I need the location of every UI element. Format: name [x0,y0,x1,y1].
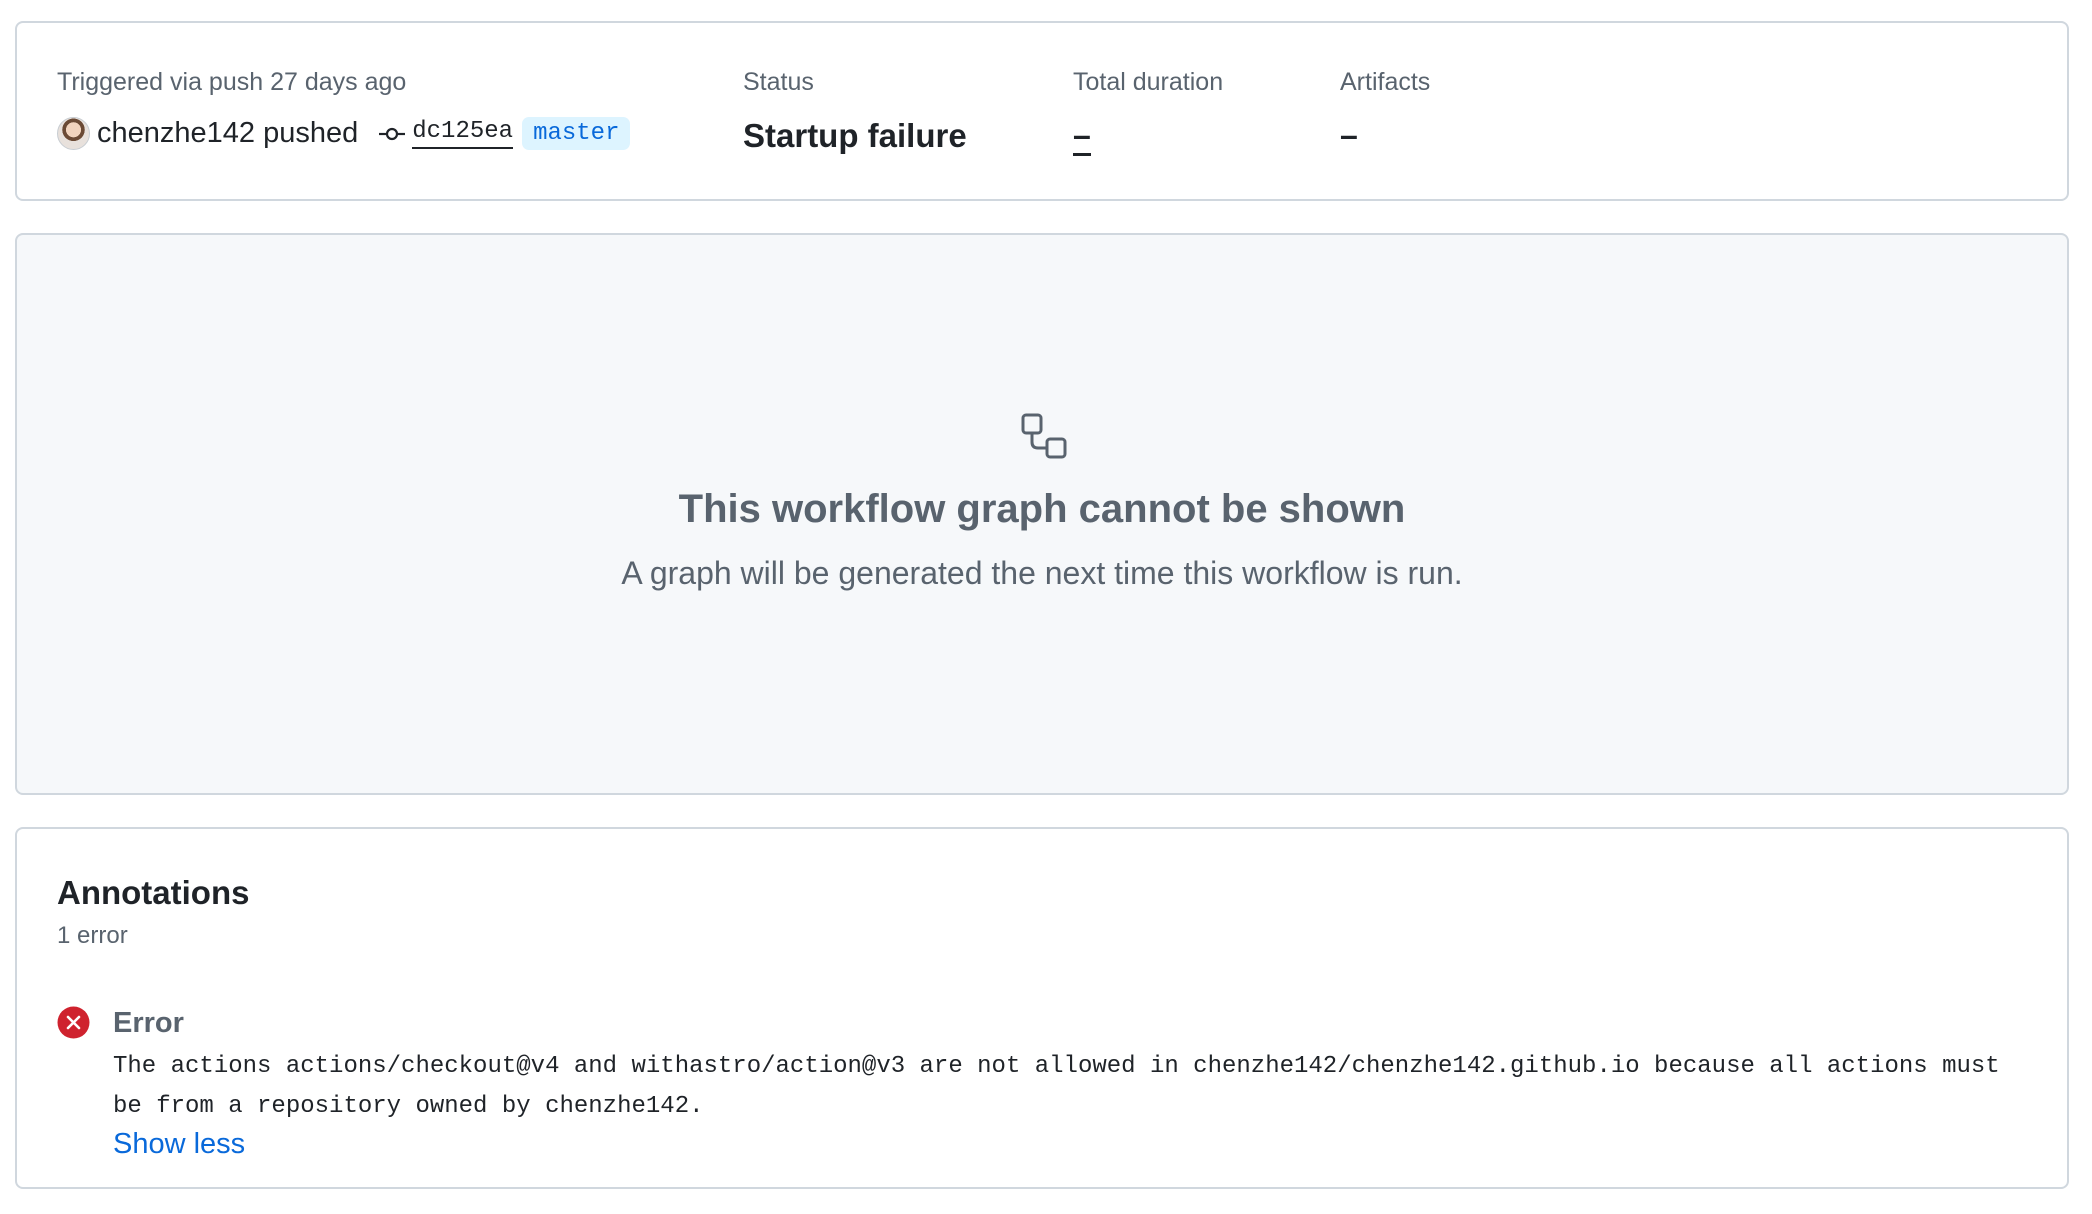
graph-empty-title: This workflow graph cannot be shown [678,487,1406,531]
artifacts-column: Artifacts – [1340,67,1430,153]
show-less-link[interactable]: Show less [113,1128,245,1161]
annotations-card: Annotations 1 error Error The actions ac… [15,827,2069,1189]
branch-label[interactable]: master [522,117,631,150]
avatar[interactable] [57,117,90,150]
graph-empty-subtitle: A graph will be generated the next time … [621,555,1463,591]
duration-value-link[interactable]: – [1073,117,1091,156]
trigger-label: Triggered via push 27 days ago [57,68,407,96]
status-label: Status [743,68,814,96]
actor-link[interactable]: chenzhe142 pushed [97,117,358,150]
annotation-error-title: Error [113,1007,184,1039]
status-value: Startup failure [743,117,967,154]
status-column: Status Startup failure [743,67,967,155]
annotations-count: 1 error [57,922,128,949]
artifacts-label: Artifacts [1340,68,1431,96]
x-circle-fill-icon [57,1006,90,1039]
annotation-error-message: The actions actions/checkout@v4 and with… [113,1053,2000,1120]
workflow-graph-panel: This workflow graph cannot be shown A gr… [15,233,2069,795]
duration-column: Total duration – [1073,67,1223,156]
artifacts-value: – [1340,117,1358,153]
run-summary-card: Triggered via push 27 days ago chenzhe14… [15,21,2069,201]
duration-label: Total duration [1073,68,1224,96]
trigger-column: Triggered via push 27 days ago chenzhe14… [57,67,631,150]
git-commit-icon [379,127,406,140]
workflow-icon [1021,413,1067,459]
annotations-title: Annotations [57,874,250,911]
commit-sha-link[interactable]: dc125ea [412,118,514,149]
trigger-details: chenzhe142 pushed dc125ea master [57,117,631,150]
